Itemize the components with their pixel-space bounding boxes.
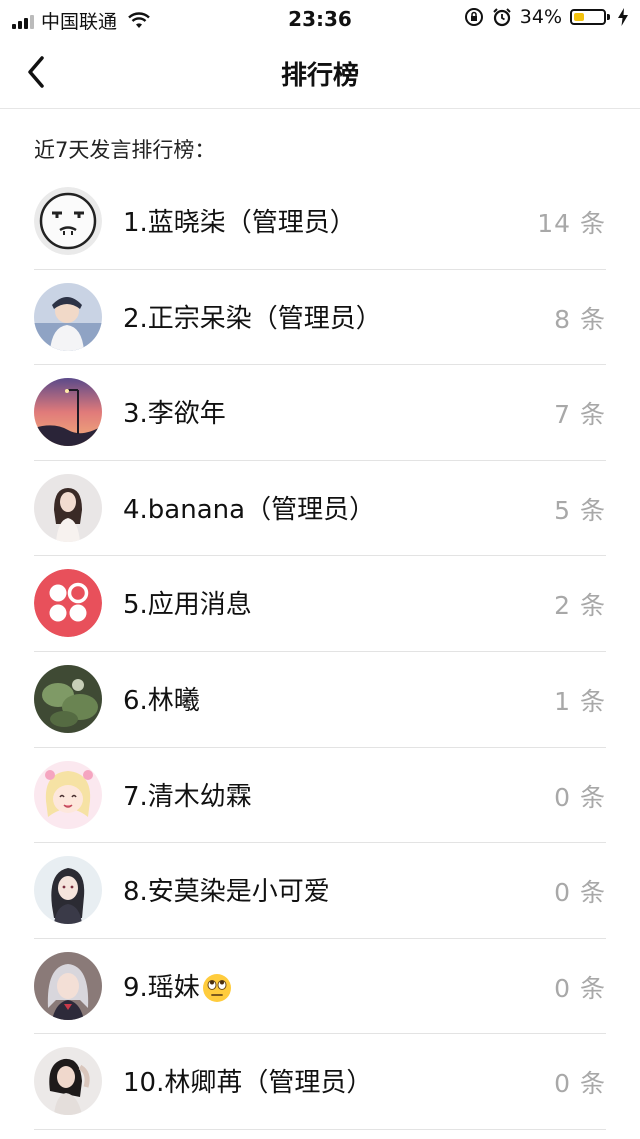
charging-bolt-icon xyxy=(618,8,628,26)
member-name: 6.林曦 xyxy=(123,685,200,716)
ranking-row[interactable]: 6.林曦 1 条 xyxy=(34,652,606,748)
message-count: 14 条 xyxy=(537,209,606,238)
message-count: 0 条 xyxy=(554,973,606,1003)
ranking-row[interactable]: 10.林卿苒（管理员） 0 条 xyxy=(34,1034,606,1130)
battery-icon xyxy=(570,9,610,25)
ranking-row[interactable]: 2.正宗呆染（管理员） 8 条 xyxy=(34,270,606,366)
message-count: 1 条 xyxy=(554,686,606,716)
member-name: 3.李欲年 xyxy=(123,399,226,430)
avatar[interactable] xyxy=(34,187,102,255)
ranking-list: 1.蓝晓柒（管理员） 14 条 2.正宗呆染（管理员） 8 条 3.李欲年 7 … xyxy=(34,174,606,1130)
message-count: 0 条 xyxy=(554,878,606,908)
avatar[interactable] xyxy=(34,951,102,1020)
avatar[interactable] xyxy=(34,378,102,447)
ranking-row[interactable]: 7.清木幼霖 0 条 xyxy=(34,748,606,844)
ranking-row[interactable]: 3.李欲年 7 条 xyxy=(34,365,606,461)
avatar[interactable] xyxy=(34,856,102,925)
member-name: 7.清木幼霖 xyxy=(123,781,252,812)
avatar[interactable] xyxy=(34,664,102,733)
message-count: 0 条 xyxy=(554,1069,606,1099)
member-name: 2.正宗呆染（管理员） xyxy=(123,303,382,334)
ranking-row[interactable]: 8.安莫染是小可爱 0 条 xyxy=(34,843,606,939)
navigation-bar: 排行榜 xyxy=(0,38,640,109)
avatar[interactable] xyxy=(34,1047,102,1116)
avatar[interactable] xyxy=(34,473,102,542)
message-count: 8 条 xyxy=(554,304,606,334)
member-name: 8.安莫染是小可爱 xyxy=(123,877,330,908)
app-logo-icon[interactable] xyxy=(34,569,102,638)
alarm-icon xyxy=(493,8,511,27)
member-name: 10.林卿苒（管理员） xyxy=(123,1068,373,1099)
member-name: 9.瑶妹 xyxy=(123,967,232,1004)
message-count: 7 条 xyxy=(554,400,606,430)
orientation-lock-icon xyxy=(464,8,483,26)
ranking-row[interactable]: 4.banana（管理员） 5 条 xyxy=(34,461,606,557)
message-count: 5 条 xyxy=(554,495,606,525)
ranking-row[interactable]: 1.蓝晓柒（管理员） 14 条 xyxy=(34,174,606,270)
battery-percent: 34% xyxy=(519,6,562,28)
eye-roll-emoji-icon xyxy=(202,974,231,1003)
avatar[interactable] xyxy=(34,282,102,351)
avatar[interactable] xyxy=(34,760,102,829)
page-title: 排行榜 xyxy=(280,61,359,91)
ranking-row[interactable]: 5.应用消息 2 条 xyxy=(34,556,606,652)
section-label: 近7天发言排行榜： xyxy=(34,138,216,162)
message-count: 0 条 xyxy=(554,782,606,812)
member-name: 5.应用消息 xyxy=(123,590,252,621)
message-count: 2 条 xyxy=(554,591,606,621)
member-name: 4.banana（管理员） xyxy=(123,494,376,525)
ranking-row[interactable]: 9.瑶妹 0 条 xyxy=(34,939,606,1035)
member-name: 1.蓝晓柒（管理员） xyxy=(123,208,356,238)
status-bar: 中国联通 23:36 34% xyxy=(0,0,640,38)
